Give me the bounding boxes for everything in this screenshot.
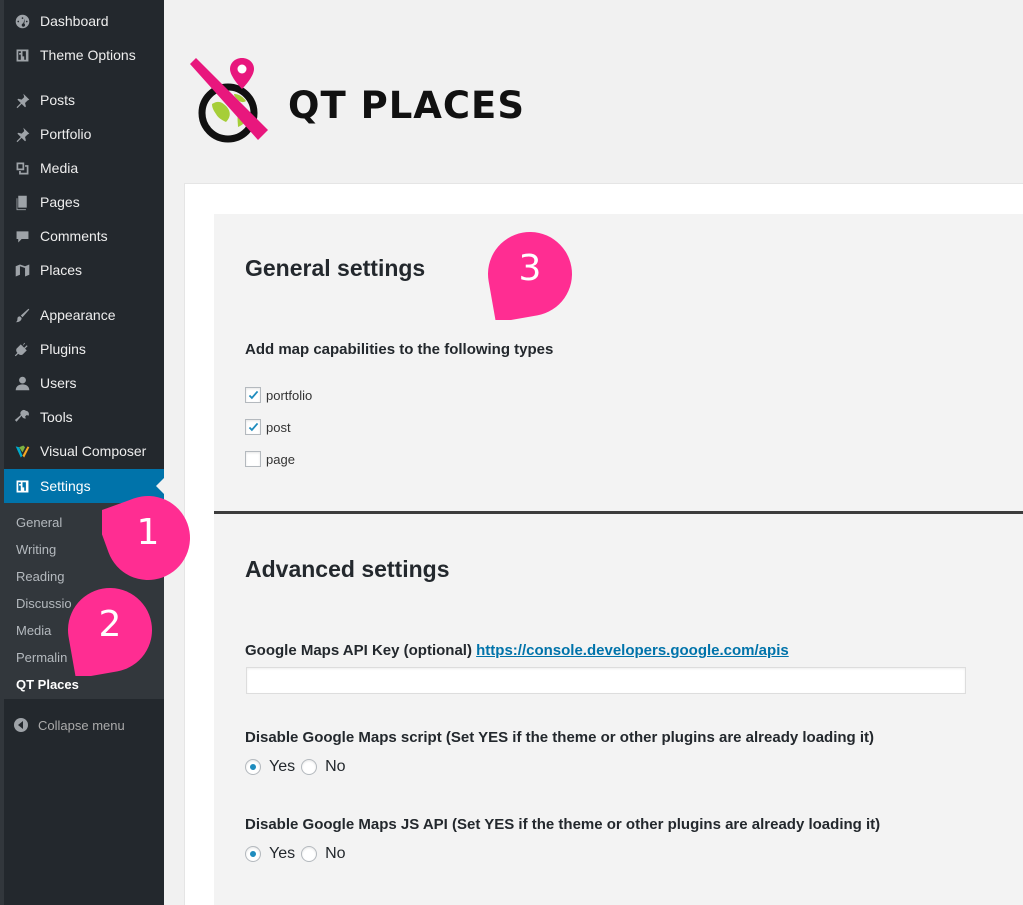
submenu-media[interactable]: Media [16, 621, 51, 641]
check-icon [248, 390, 258, 399]
checkbox-page[interactable]: page [245, 450, 295, 468]
disable-script-radio-group: Yes No [245, 757, 352, 777]
collapse-arrow-icon [14, 718, 28, 732]
qt-places-logo: QT PLACES [186, 56, 546, 146]
callout-number: 2 [98, 604, 122, 645]
brush-icon [4, 307, 40, 324]
user-icon [4, 375, 40, 392]
radio-yes-label: Yes [269, 758, 296, 775]
submenu-writing[interactable]: Writing [16, 540, 56, 560]
menu-label: Dashboard [40, 13, 109, 29]
menu-label: Users [40, 375, 77, 391]
media-icon [4, 160, 40, 177]
menu-portfolio[interactable]: Portfolio [4, 117, 164, 151]
api-key-label-text: Google Maps API Key (optional) [245, 642, 472, 659]
settings-icon [4, 478, 40, 495]
menu-visual-composer[interactable]: Visual Composer [4, 434, 164, 468]
disable-jsapi-label: Disable Google Maps JS API (Set YES if t… [245, 816, 881, 833]
menu-comments[interactable]: Comments [4, 219, 164, 253]
admin-sidebar: Dashboard Theme Options Posts Portfolio … [0, 0, 164, 905]
menu-appearance[interactable]: Appearance [4, 298, 164, 332]
radio-jsapi-yes[interactable] [245, 846, 261, 862]
checkbox-box[interactable] [245, 451, 261, 467]
menu-tools[interactable]: Tools [4, 400, 164, 434]
pin-icon [4, 126, 40, 143]
submenu-qt-places[interactable]: QT Places [16, 675, 79, 695]
visual-composer-icon [4, 443, 40, 460]
menu-label: Media [40, 160, 79, 176]
checkbox-label: post [266, 419, 291, 435]
radio-script-yes[interactable] [245, 759, 261, 775]
section-divider [214, 511, 1023, 514]
menu-label: Plugins [40, 341, 86, 357]
collapse-menu-button[interactable]: Collapse menu [4, 712, 164, 738]
google-console-link[interactable]: https://console.developers.google.com/ap… [476, 642, 789, 659]
menu-label: Pages [40, 194, 80, 210]
radio-jsapi-no[interactable] [301, 846, 318, 862]
map-types-label: Add map capabilities to the following ty… [245, 341, 554, 358]
disable-jsapi-radio-group: Yes No [245, 844, 352, 864]
wrench-icon [4, 409, 40, 426]
qt-places-logo-icon [190, 58, 268, 143]
radio-no-label: No [325, 845, 346, 862]
menu-plugins[interactable]: Plugins [4, 332, 164, 366]
checkbox-label: page [266, 451, 295, 467]
map-icon [4, 262, 40, 279]
callout-number: 3 [518, 248, 542, 289]
callout-badge-3: 3 [484, 228, 576, 323]
menu-theme-options[interactable]: Theme Options [4, 38, 164, 72]
submenu-reading[interactable]: Reading [16, 567, 64, 587]
callout-number: 1 [136, 512, 160, 553]
theme-options-icon [4, 47, 40, 64]
general-settings-heading: General settings [245, 255, 426, 281]
comment-icon [4, 228, 40, 245]
menu-dashboard[interactable]: Dashboard [4, 4, 164, 38]
callout-badge-2: 2 [64, 584, 156, 679]
menu-label: Theme Options [40, 47, 136, 63]
checkbox-box[interactable] [245, 387, 261, 403]
api-key-label: Google Maps API Key (optional) https://c… [245, 642, 789, 659]
radio-no-label: No [325, 758, 346, 775]
menu-places[interactable]: Places [4, 253, 164, 287]
menu-media[interactable]: Media [4, 151, 164, 185]
checkbox-post[interactable]: post [245, 418, 291, 436]
advanced-settings-heading: Advanced settings [245, 556, 450, 582]
collapse-label: Collapse menu [38, 717, 125, 733]
pin-icon [4, 92, 40, 109]
plugin-icon [4, 341, 40, 358]
checkbox-box[interactable] [245, 419, 261, 435]
menu-label: Visual Composer [40, 443, 147, 459]
check-icon [248, 422, 258, 431]
checkbox-portfolio[interactable]: portfolio [245, 386, 312, 404]
menu-pages[interactable]: Pages [4, 185, 164, 219]
callout-badge-1: 1 [94, 492, 194, 584]
menu-posts[interactable]: Posts [4, 83, 164, 117]
submenu-general[interactable]: General [16, 513, 62, 533]
menu-label: Portfolio [40, 126, 92, 142]
menu-label: Places [40, 262, 83, 278]
menu-label: Settings [40, 478, 91, 494]
menu-users[interactable]: Users [4, 366, 164, 400]
menu-label: Posts [40, 92, 76, 108]
disable-script-label: Disable Google Maps script (Set YES if t… [245, 729, 875, 746]
menu-label: Appearance [40, 307, 116, 323]
menu-label: Tools [40, 409, 73, 425]
pages-icon [4, 194, 40, 211]
radio-yes-label: Yes [269, 845, 296, 862]
checkbox-label: portfolio [266, 387, 313, 403]
dashboard-icon [4, 13, 40, 30]
api-key-input[interactable] [246, 667, 966, 694]
logo-text: QT PLACES [288, 84, 525, 127]
menu-label: Comments [40, 228, 108, 244]
radio-script-no[interactable] [301, 759, 318, 775]
submenu-permalinks[interactable]: Permalin [16, 648, 67, 668]
